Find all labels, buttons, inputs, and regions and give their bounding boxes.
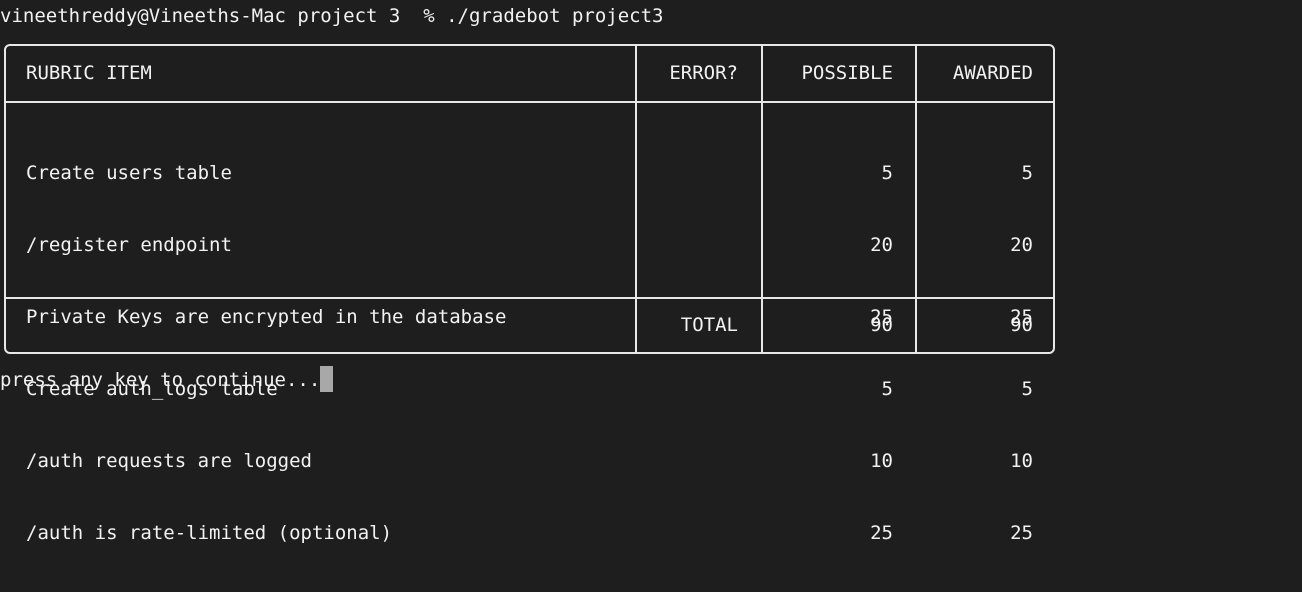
table-row: Create users table 5 5	[6, 159, 1053, 187]
row-item: Private Keys are encrypted in the databa…	[26, 306, 507, 328]
row-awarded: 25	[1010, 522, 1033, 544]
header-divider	[6, 101, 1053, 103]
table-row: Private Keys are encrypted in the databa…	[6, 303, 1053, 331]
row-item: /register endpoint	[26, 234, 232, 256]
total-label: TOTAL	[680, 314, 738, 336]
row-item: Create users table	[26, 162, 232, 184]
header-awarded: AWARDED	[952, 62, 1033, 84]
total-possible: 90	[870, 314, 893, 336]
table-row: /register endpoint 20 20	[6, 231, 1053, 259]
row-possible: 20	[870, 234, 893, 256]
row-possible: 10	[870, 450, 893, 472]
total-awarded: 90	[1010, 314, 1033, 336]
table-row: /auth requests are logged 10 10	[6, 447, 1053, 475]
terminal-cursor	[320, 366, 334, 392]
row-awarded: 5	[1021, 162, 1033, 184]
rubric-table: RUBRIC ITEM ERROR? POSSIBLE AWARDED Crea…	[4, 44, 1055, 544]
header-rubric-item: RUBRIC ITEM	[26, 62, 152, 84]
rubric-rows: Create users table 5 5 /register endpoin…	[6, 115, 1053, 591]
continue-prompt[interactable]: press any key to continue...	[0, 366, 334, 394]
continue-text: press any key to continue...	[0, 369, 321, 391]
row-awarded: 5	[1021, 378, 1033, 400]
row-awarded: 10	[1010, 450, 1033, 472]
row-possible: 25	[870, 522, 893, 544]
row-possible: 5	[881, 378, 893, 400]
header-possible: POSSIBLE	[801, 62, 893, 84]
row-awarded: 20	[1010, 234, 1033, 256]
table-row: /auth is rate-limited (optional) 25 25	[6, 519, 1053, 547]
row-possible: 5	[881, 162, 893, 184]
header-error: ERROR?	[669, 62, 738, 84]
command-prompt: vineethreddy@Vineeths-Mac project 3 % ./…	[0, 5, 664, 27]
row-item: /auth requests are logged	[26, 450, 312, 472]
row-item: /auth is rate-limited (optional)	[26, 522, 393, 544]
